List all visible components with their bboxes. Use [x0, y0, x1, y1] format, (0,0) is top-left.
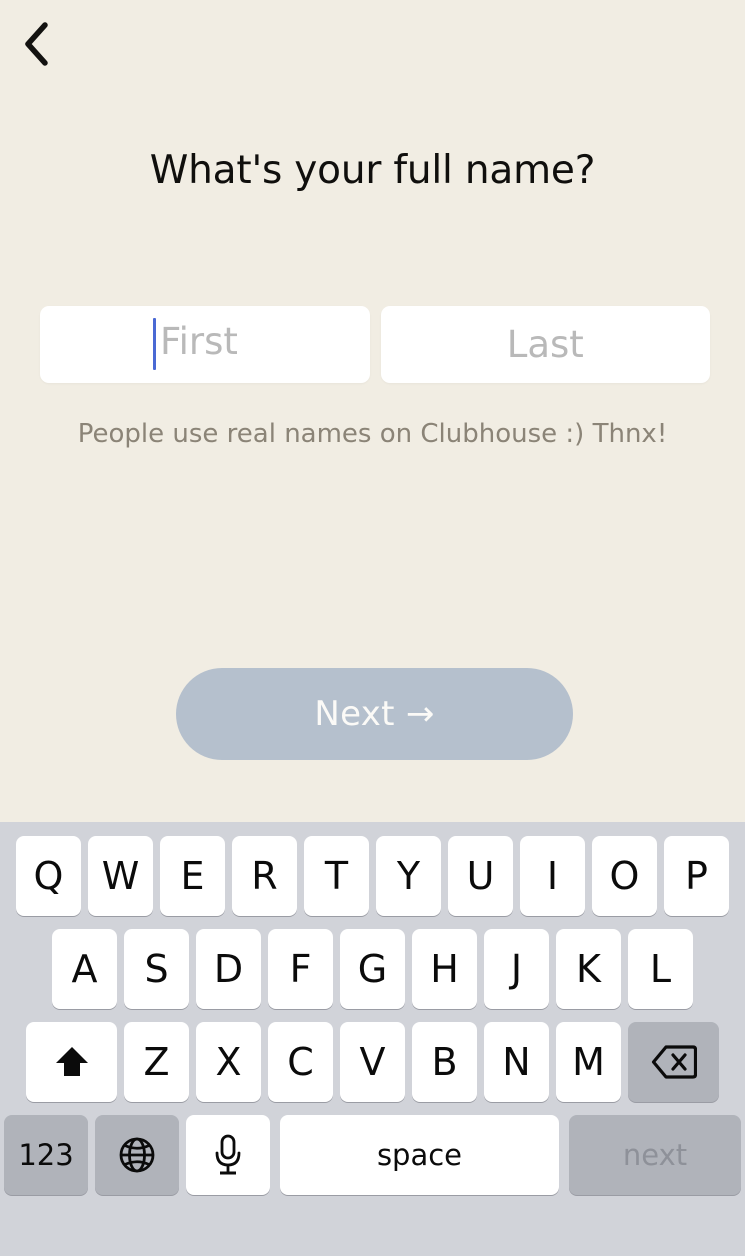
microphone-key[interactable]	[186, 1115, 270, 1195]
key-a[interactable]: A	[52, 929, 117, 1009]
microphone-icon	[211, 1133, 245, 1177]
last-name-input[interactable]: Last	[380, 306, 710, 383]
virtual-keyboard: QWERTYUIOP ASDFGHJKL ZXCVBNM 123 space n…	[0, 822, 745, 1256]
next-button-label: Next →	[314, 694, 435, 734]
numbers-key[interactable]: 123	[4, 1115, 88, 1195]
text-caret	[153, 318, 156, 370]
chevron-left-icon	[23, 22, 49, 66]
keyboard-row-3-letters: ZXCVBNM	[124, 1022, 621, 1102]
key-y[interactable]: Y	[376, 836, 441, 916]
key-r[interactable]: R	[232, 836, 297, 916]
key-b[interactable]: B	[412, 1022, 477, 1102]
key-o[interactable]: O	[592, 836, 657, 916]
backspace-key[interactable]	[628, 1022, 719, 1102]
first-name-placeholder: First	[160, 320, 238, 363]
space-key[interactable]: space	[280, 1115, 559, 1195]
keyboard-next-key[interactable]: next	[569, 1115, 741, 1195]
shift-key[interactable]	[26, 1022, 117, 1102]
key-x[interactable]: X	[196, 1022, 261, 1102]
key-h[interactable]: H	[412, 929, 477, 1009]
key-p[interactable]: P	[664, 836, 729, 916]
key-j[interactable]: J	[484, 929, 549, 1009]
key-g[interactable]: G	[340, 929, 405, 1009]
key-v[interactable]: V	[340, 1022, 405, 1102]
key-m[interactable]: M	[556, 1022, 621, 1102]
last-name-placeholder: Last	[506, 323, 584, 366]
back-button[interactable]	[6, 14, 66, 74]
keyboard-row-3: ZXCVBNM	[0, 1022, 745, 1102]
page-title: What's your full name?	[149, 148, 596, 193]
key-f[interactable]: F	[268, 929, 333, 1009]
key-q[interactable]: Q	[16, 836, 81, 916]
keyboard-row-1: QWERTYUIOP	[0, 836, 745, 916]
name-fields-group: First Last	[40, 306, 710, 383]
key-e[interactable]: E	[160, 836, 225, 916]
globe-language-icon	[117, 1135, 157, 1175]
key-l[interactable]: L	[628, 929, 693, 1009]
globe-key[interactable]	[95, 1115, 179, 1195]
key-n[interactable]: N	[484, 1022, 549, 1102]
keyboard-row-4: 123 space next	[0, 1115, 745, 1195]
shift-arrow-up-icon	[53, 1043, 91, 1081]
keyboard-row-2: ASDFGHJKL	[0, 929, 745, 1009]
key-s[interactable]: S	[124, 929, 189, 1009]
key-t[interactable]: T	[304, 836, 369, 916]
key-d[interactable]: D	[196, 929, 261, 1009]
signup-full-name-screen: What's your full name? First Last People…	[0, 0, 745, 1256]
first-name-input[interactable]: First	[40, 306, 370, 383]
key-u[interactable]: U	[448, 836, 513, 916]
next-button[interactable]: Next →	[176, 668, 573, 760]
key-k[interactable]: K	[556, 929, 621, 1009]
key-w[interactable]: W	[88, 836, 153, 916]
key-z[interactable]: Z	[124, 1022, 189, 1102]
key-i[interactable]: I	[520, 836, 585, 916]
key-c[interactable]: C	[268, 1022, 333, 1102]
backspace-delete-icon	[651, 1044, 697, 1080]
helper-text: People use real names on Clubhouse :) Th…	[77, 419, 668, 449]
